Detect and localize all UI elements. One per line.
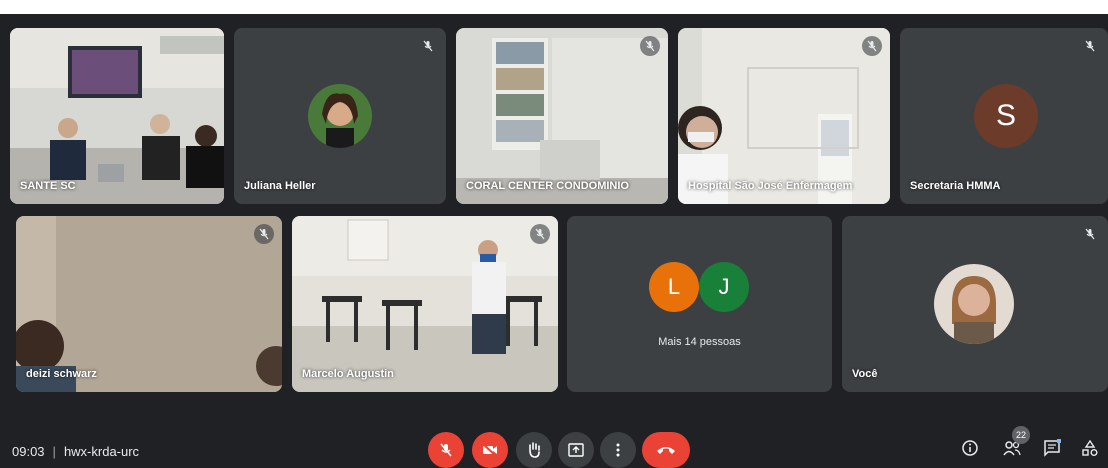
video-feed-hospital-room [678, 28, 890, 204]
camera-off-button[interactable] [472, 432, 508, 468]
participant-name: SANTE SC [20, 180, 76, 192]
meeting-time: 09:03 [12, 444, 45, 459]
others-tile[interactable]: L J Mais 14 pessoas [567, 216, 832, 392]
avatar-initial: J [699, 262, 749, 312]
video-tile-marcelo-augustin[interactable]: Marcelo Augustin [292, 216, 558, 392]
others-count-label: Mais 14 pessoas [658, 336, 741, 348]
activities-button[interactable] [1078, 436, 1102, 460]
mic-off-icon [440, 443, 452, 457]
participant-name: Você [852, 368, 878, 380]
participant-name: deizi schwarz [26, 368, 97, 380]
meeting-info: 09:03 | hwx-krda-urc [12, 444, 139, 459]
more-options-button[interactable] [600, 432, 636, 468]
participant-name: Hospital São José Enfermagem [688, 180, 853, 192]
participant-name: CORAL CENTER CONDOMINIO [466, 180, 629, 192]
hand-icon [529, 442, 540, 458]
video-feed-room-wall [16, 216, 282, 392]
present-icon [568, 443, 584, 457]
info-icon [962, 440, 978, 456]
present-button[interactable] [558, 432, 594, 468]
people-count-badge: 22 [1012, 426, 1030, 444]
participant-name: Secretaria HMMA [910, 180, 1001, 192]
activities-icon [1082, 439, 1098, 456]
mic-off-button[interactable] [428, 432, 464, 468]
video-tile-hospital-sao-jose[interactable]: Hospital São José Enfermagem [678, 28, 890, 204]
video-tile-self[interactable]: Você [842, 216, 1108, 392]
leave-call-button[interactable] [642, 432, 690, 468]
mic-muted-icon [862, 36, 882, 56]
video-tile-sante-sc[interactable]: SANTE SC [10, 28, 224, 204]
camera-off-icon [482, 443, 497, 457]
video-tile-secretaria-hmma[interactable]: S Secretaria HMMA [900, 28, 1108, 204]
video-feed-conference-room [10, 28, 224, 204]
raise-hand-button[interactable] [516, 432, 552, 468]
mic-muted-icon [254, 224, 274, 244]
chat-button[interactable] [1040, 436, 1064, 460]
mic-muted-icon [640, 36, 660, 56]
video-tile-juliana-heller[interactable]: Juliana Heller [234, 28, 446, 204]
mic-muted-icon [418, 36, 438, 56]
more-vert-icon [616, 443, 620, 457]
meeting-details-button[interactable] [958, 436, 982, 460]
video-feed-classroom [292, 216, 558, 392]
video-feed-office [456, 28, 668, 204]
avatar-initial: S [974, 84, 1038, 148]
video-tile-deizi-schwarz[interactable]: deizi schwarz [16, 216, 282, 392]
chat-icon [1044, 439, 1061, 457]
avatar [308, 84, 372, 148]
mic-muted-icon [1080, 224, 1100, 244]
mic-muted-icon [530, 224, 550, 244]
meeting-controls-bar: 09:03 | hwx-krda-urc [0, 414, 1108, 468]
avatar [934, 264, 1014, 344]
participant-name: Marcelo Augustin [302, 368, 394, 380]
meeting-code: hwx-krda-urc [63, 444, 140, 459]
participant-name: Juliana Heller [244, 180, 316, 192]
avatar-initial: L [649, 262, 699, 312]
video-tile-coral-center[interactable]: CORAL CENTER CONDOMINIO [456, 28, 668, 204]
mic-muted-icon [1080, 36, 1100, 56]
browser-top-strip [0, 0, 1108, 14]
separator: | [52, 444, 56, 459]
